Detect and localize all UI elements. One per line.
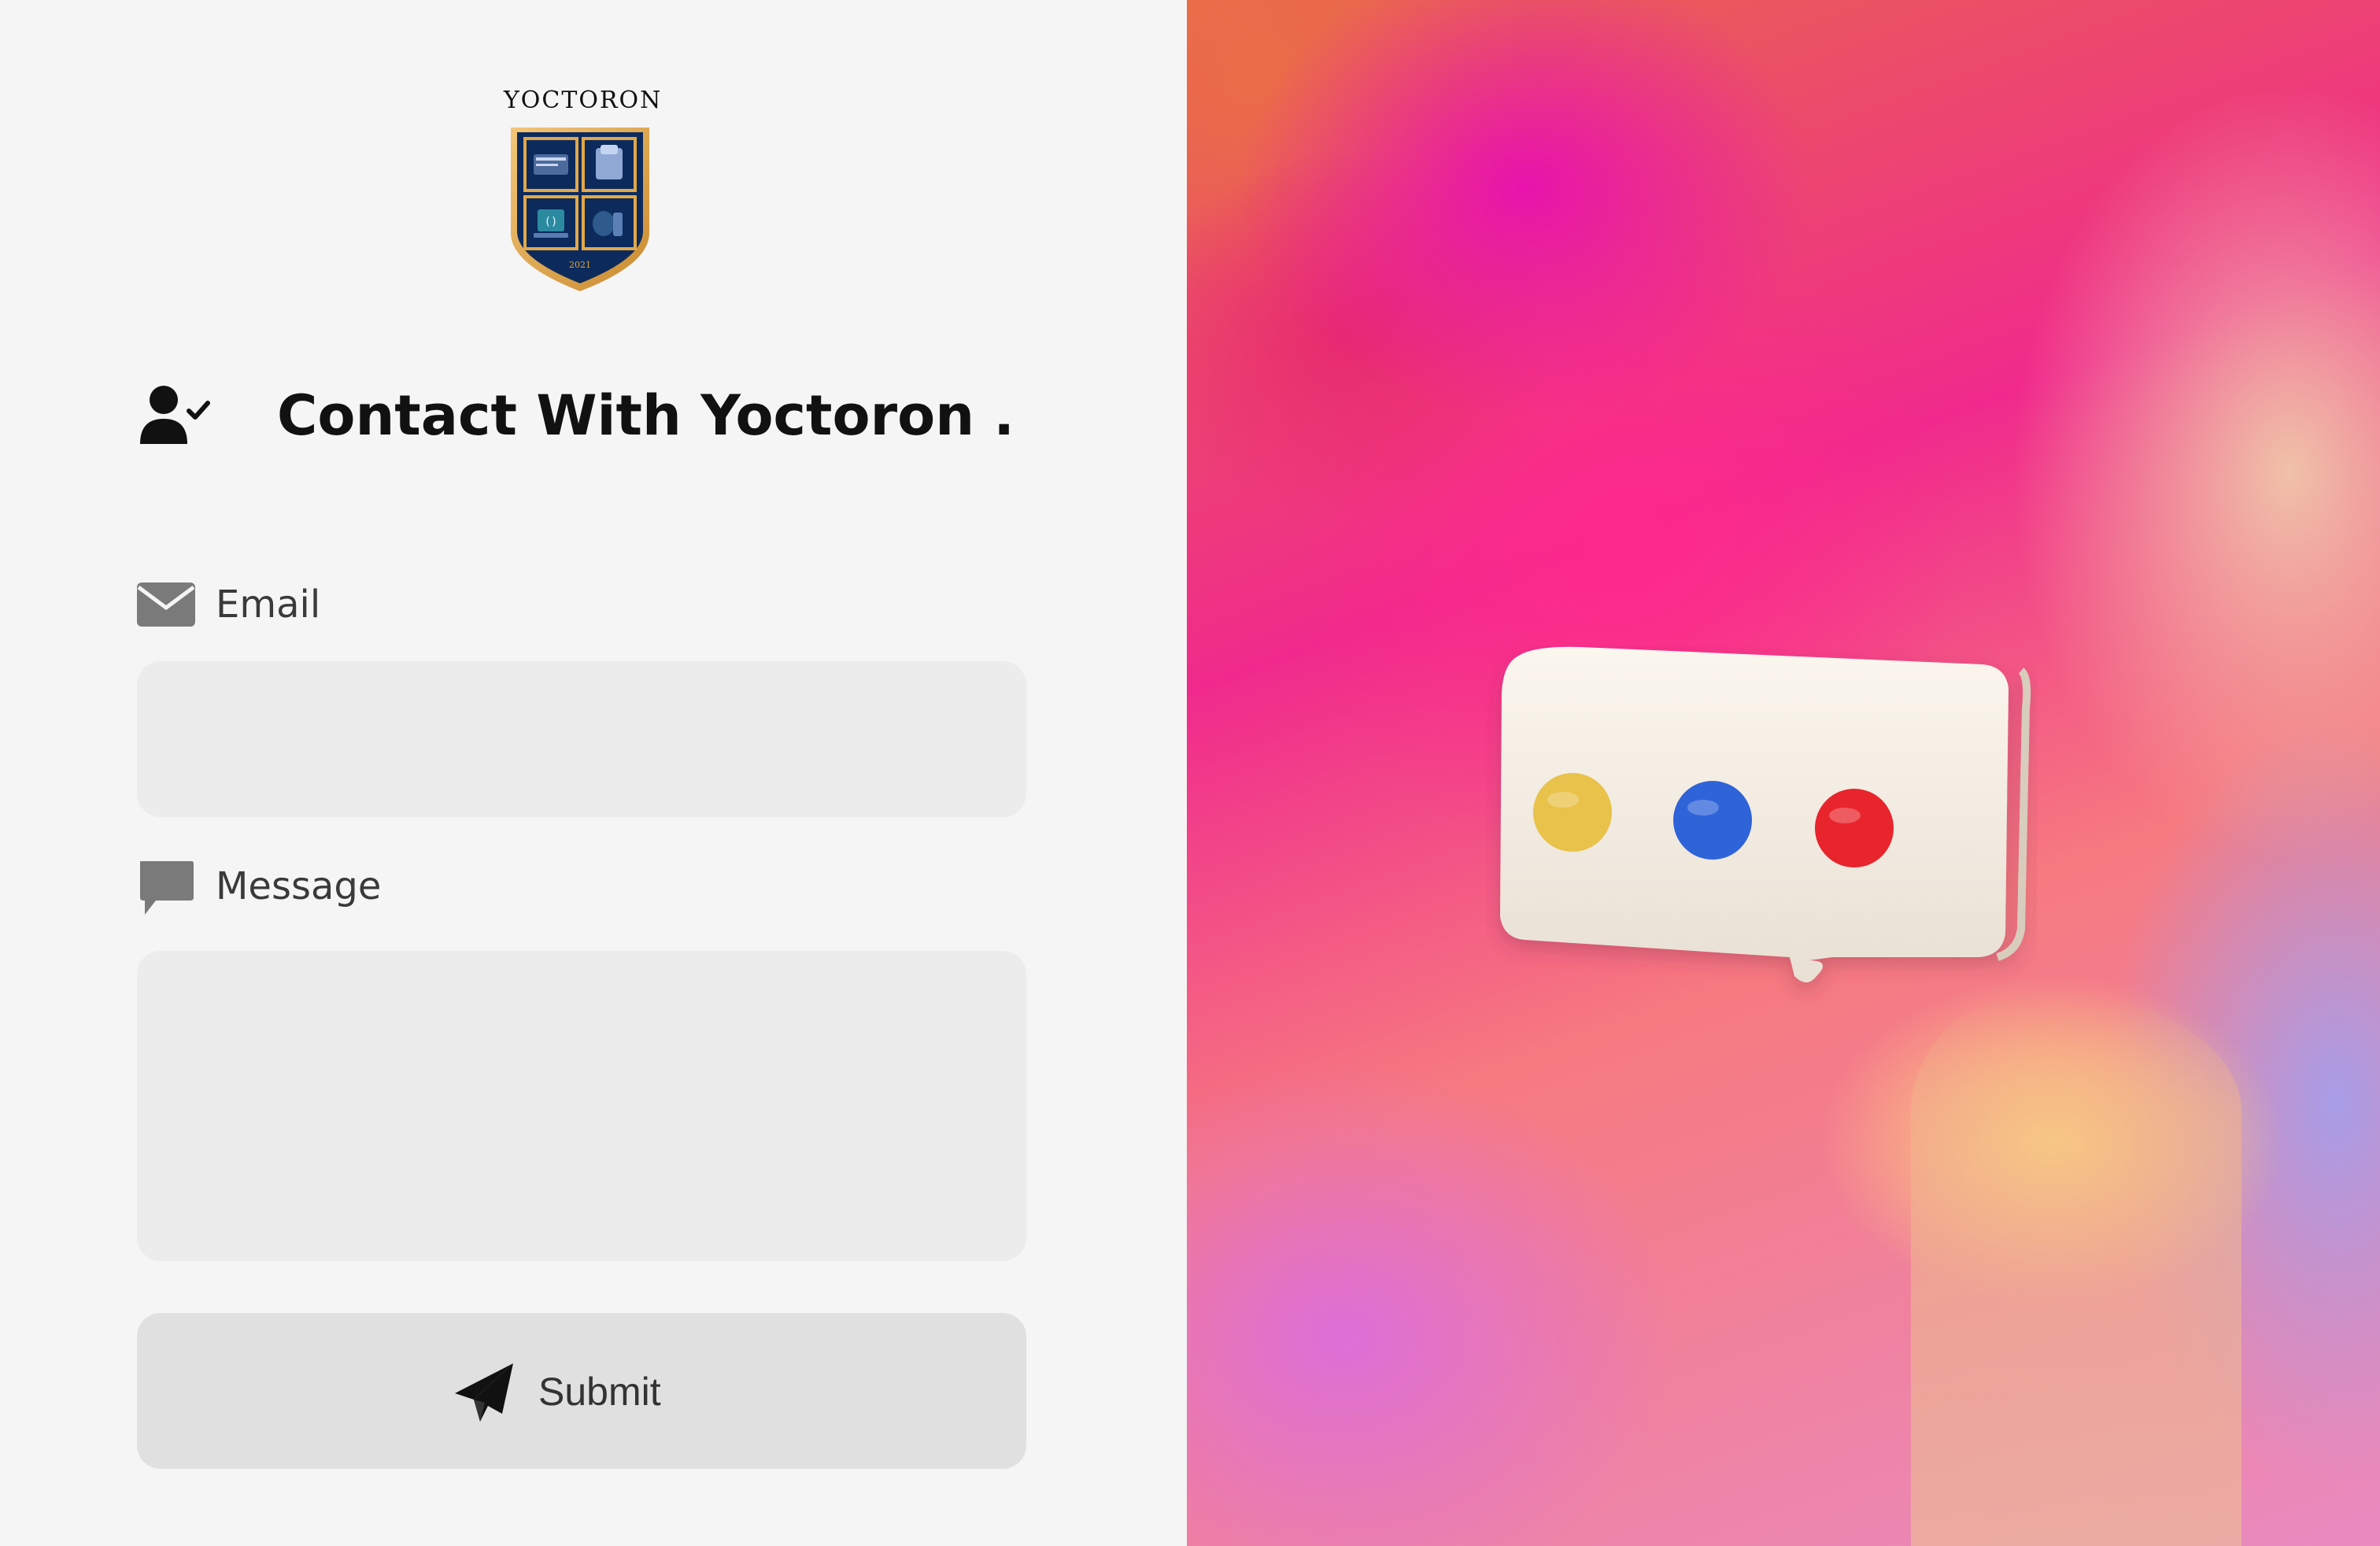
message-input[interactable]	[137, 951, 1026, 1261]
brand-logo: YOCTORON () 2021	[504, 85, 663, 294]
chat-bubble-icon	[140, 861, 194, 915]
email-label: Email	[137, 579, 609, 630]
blue-dot	[1673, 781, 1752, 860]
contact-form-panel: YOCTORON () 2021 Contact With Yoctoron .…	[0, 0, 1187, 1546]
message-label: Message	[137, 858, 609, 915]
hero-glow-stem	[1911, 992, 2241, 1546]
svg-text:2021: 2021	[569, 260, 591, 270]
email-label-text: Email	[216, 583, 321, 627]
submit-button-content: Submit	[453, 1362, 721, 1425]
svg-text:(): ()	[545, 216, 558, 228]
brand-name: YOCTORON	[504, 87, 663, 114]
email-input[interactable]	[137, 661, 1026, 817]
user-check-icon	[140, 386, 210, 444]
hero-illustration	[1187, 0, 2380, 1546]
yellow-dot	[1533, 773, 1612, 852]
chat-bubble-illustration	[1500, 646, 2031, 982]
submit-button[interactable]: Submit	[137, 1313, 1026, 1469]
page-title: Contact With Yoctoron .	[277, 383, 1015, 448]
envelope-icon	[137, 583, 195, 627]
submit-button-label: Submit	[538, 1370, 661, 1414]
page-heading: Contact With Yoctoron .	[135, 376, 1048, 455]
contact-page: YOCTORON () 2021 Contact With Yoctoron .…	[0, 0, 2380, 1546]
paper-plane-icon	[455, 1363, 513, 1422]
crest-logo-icon: () 2021	[511, 128, 649, 291]
red-dot	[1815, 789, 1894, 867]
message-label-text: Message	[216, 864, 382, 908]
